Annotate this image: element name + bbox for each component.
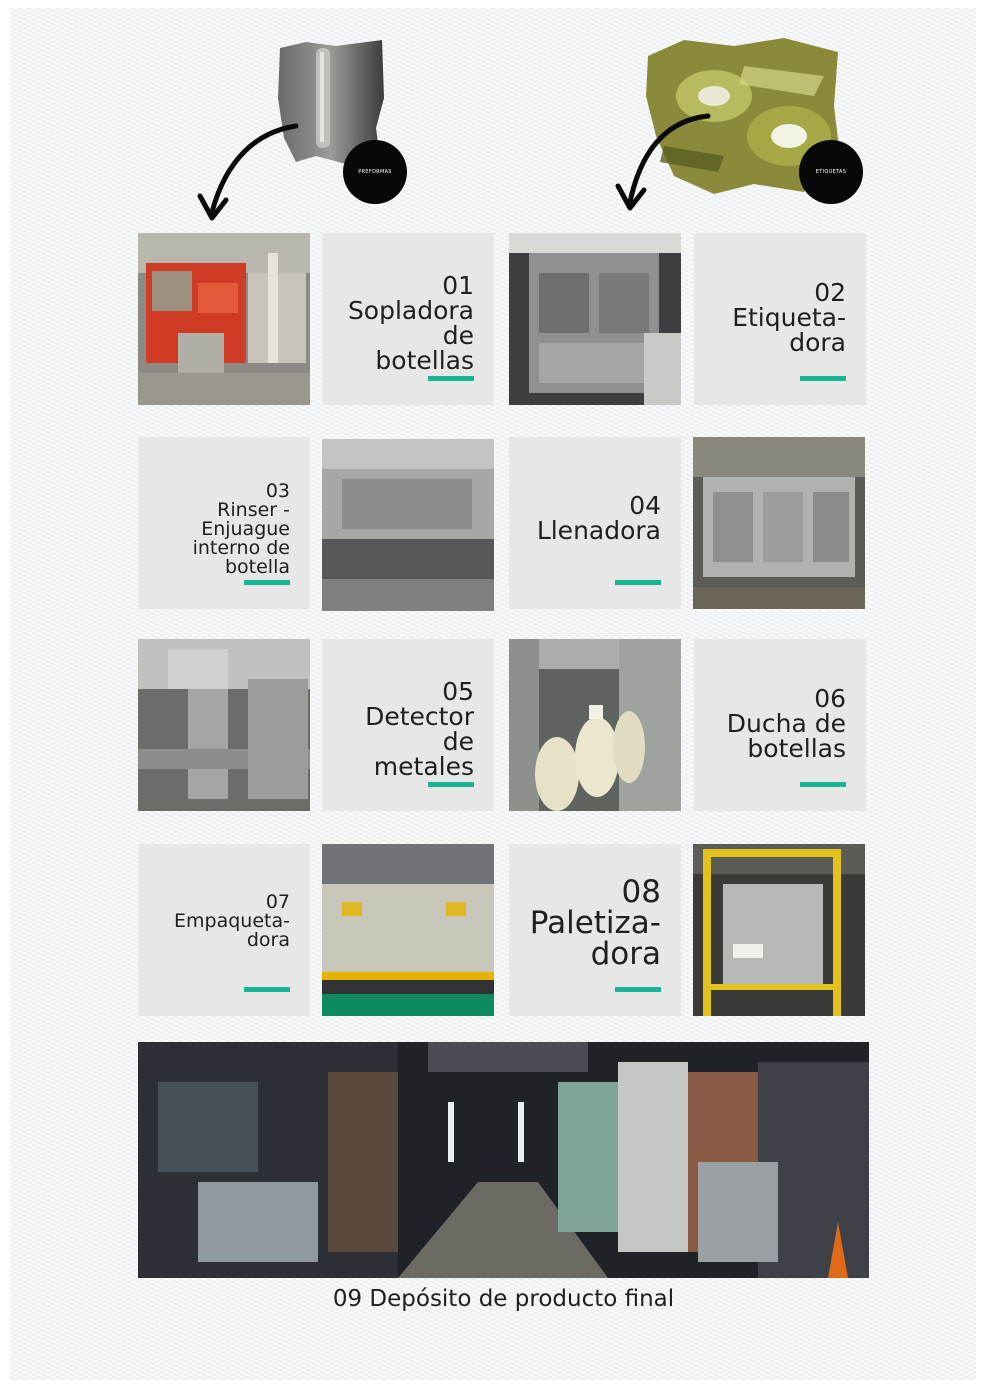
step-number: 08 — [621, 874, 661, 910]
step-number: 04 — [629, 491, 661, 520]
step-number: 02 — [814, 278, 846, 307]
accent-bar — [800, 782, 846, 787]
step-tile: 08 Paletiza- dora — [509, 844, 681, 1016]
step-name: Llenadora — [536, 516, 661, 545]
step-name: Detector de metales — [365, 702, 474, 781]
step-name: Paletiza- dora — [529, 905, 661, 972]
step-tile: 06 Ducha de botellas — [694, 639, 866, 811]
step-tile: 01 Sopladora de botellas — [322, 233, 494, 405]
accent-bar — [615, 580, 661, 585]
step-name: Sopladora de botellas — [347, 296, 474, 375]
step-number: 01 — [442, 271, 474, 300]
metal-detector-photo — [138, 639, 310, 811]
step-tile: 04 Llenadora — [509, 437, 681, 609]
rinser-machine-photo — [322, 439, 494, 611]
accent-bar — [428, 782, 474, 787]
step-number: 05 — [442, 677, 474, 706]
step-name: Ducha de botellas — [726, 709, 846, 763]
badge-label: PREFORMAS — [358, 169, 392, 175]
packaging-machine-photo — [322, 844, 494, 1016]
step-number: 06 — [814, 684, 846, 713]
filling-machine-photo — [693, 437, 865, 609]
badge-label: ETIQUETAS — [815, 169, 847, 175]
step-name: Rinser - Enjuague interno de botella — [192, 499, 290, 578]
step-name: Empaqueta- dora — [174, 910, 290, 951]
final-step-caption: 09 Depósito de producto final — [332, 1286, 675, 1312]
palletizer-photo — [693, 844, 865, 1016]
accent-bar — [428, 376, 474, 381]
curved-arrow-down-icon — [196, 120, 302, 224]
step-tile: 05 Detector de metales — [322, 639, 494, 811]
accent-bar — [244, 580, 290, 585]
blow-molding-machine-photo — [138, 233, 310, 405]
accent-bar — [800, 376, 846, 381]
step-tile: 07 Empaqueta- dora — [138, 844, 310, 1016]
curved-arrow-down-icon — [614, 110, 714, 214]
step-tile: 02 Etiqueta- dora — [694, 233, 866, 405]
labeling-machine-photo — [509, 233, 681, 405]
bottle-shower-photo — [509, 639, 681, 811]
warehouse-photo — [138, 1042, 869, 1278]
step-name: Etiqueta- dora — [732, 303, 846, 357]
step-tile: 03 Rinser - Enjuague interno de botella — [138, 437, 310, 609]
preformas-badge: PREFORMAS — [343, 140, 407, 204]
accent-bar — [615, 987, 661, 992]
etiquetas-badge: ETIQUETAS — [799, 140, 863, 204]
accent-bar — [244, 987, 290, 992]
